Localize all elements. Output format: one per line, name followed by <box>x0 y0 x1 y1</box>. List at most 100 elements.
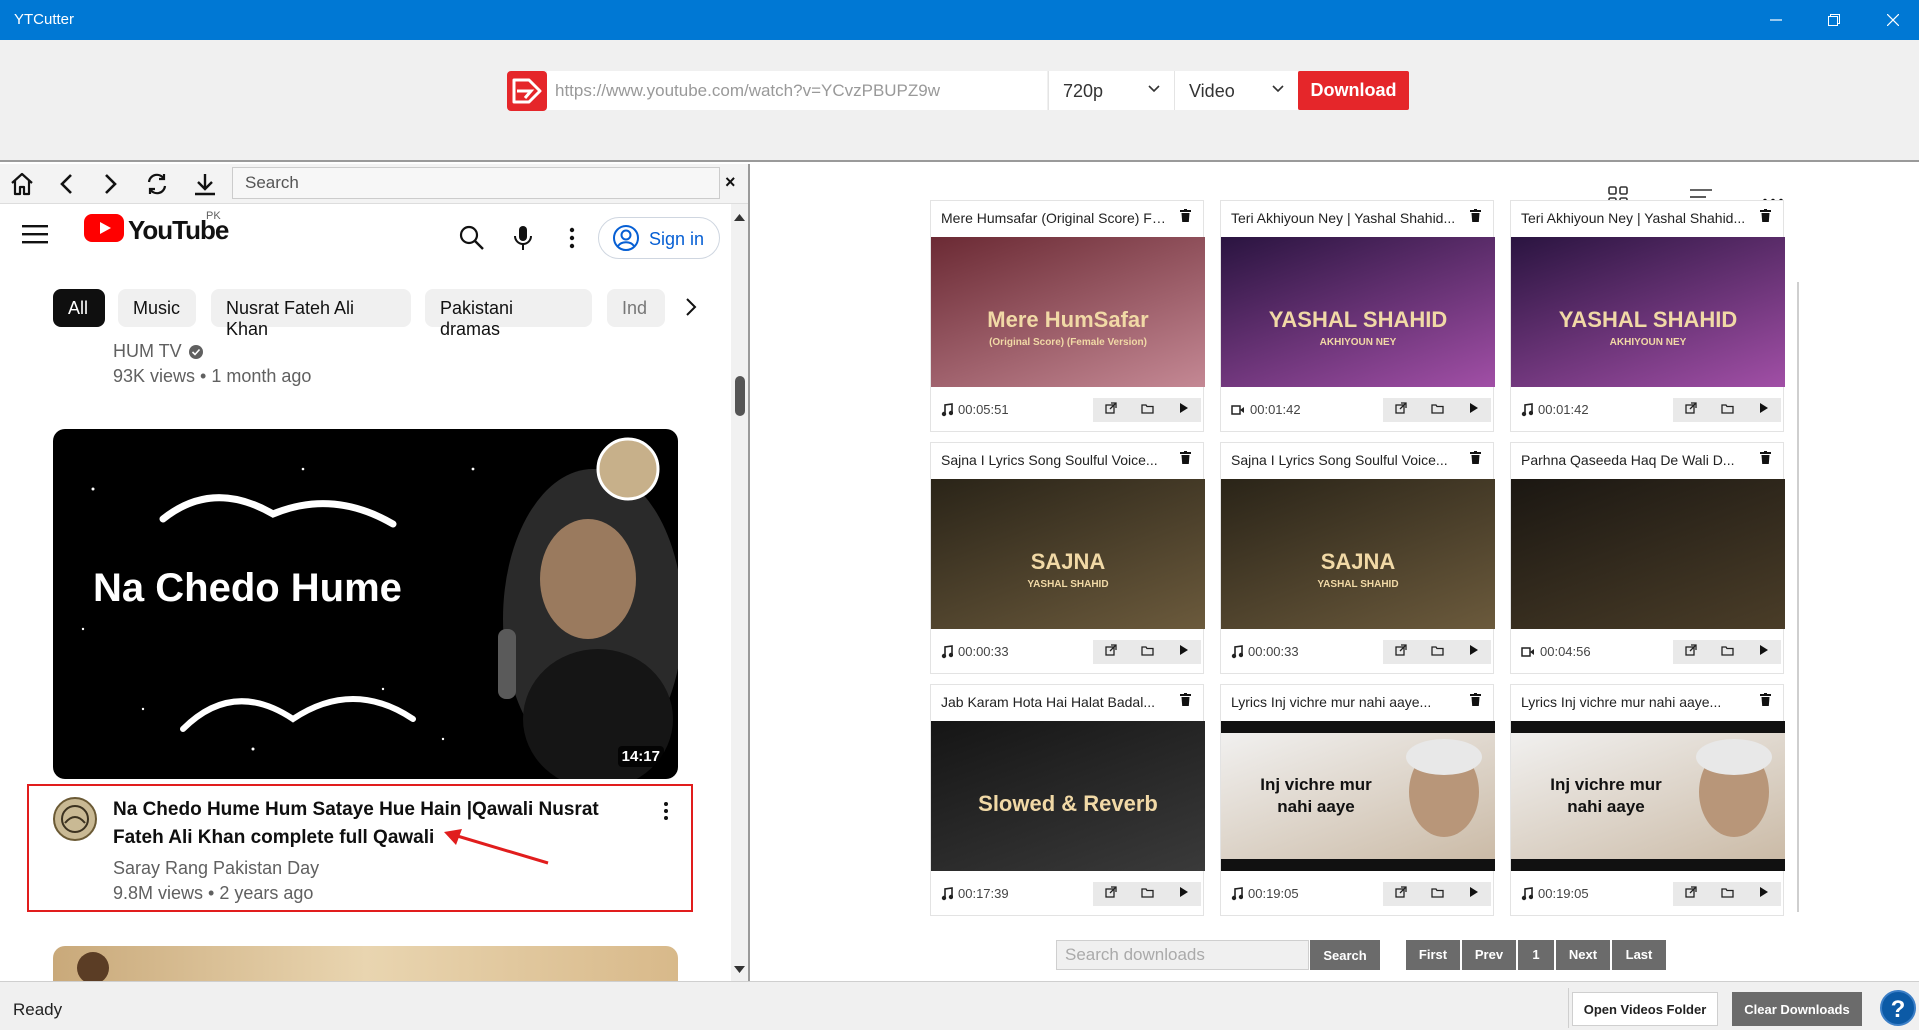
home-button[interactable] <box>7 169 37 199</box>
search-downloads-button[interactable]: Search <box>1310 940 1380 970</box>
open-videos-folder-button[interactable]: Open Videos Folder <box>1572 992 1718 1026</box>
chip-all[interactable]: All <box>53 289 105 327</box>
play-button[interactable] <box>1179 643 1189 661</box>
play-button[interactable] <box>1179 401 1189 419</box>
forward-button[interactable] <box>95 169 125 199</box>
chip-pakistani-dramas[interactable]: Pakistani dramas <box>425 289 592 339</box>
open-folder-button[interactable] <box>1431 885 1445 903</box>
format-select[interactable]: Video <box>1174 71 1298 110</box>
download-card[interactable]: Lyrics Inj vichre mur nahi aaye... Inj vi… <box>1220 684 1495 916</box>
back-button[interactable] <box>52 169 82 199</box>
download-card[interactable]: Teri Akhiyoun Ney | Yashal Shahid... YASH… <box>1510 200 1785 432</box>
page-number-button[interactable]: 1 <box>1518 940 1554 970</box>
search-downloads-input[interactable] <box>1056 940 1309 970</box>
play-button[interactable] <box>1759 643 1769 661</box>
page-last-button[interactable]: Last <box>1612 940 1666 970</box>
yt-search-button[interactable] <box>458 224 486 257</box>
refresh-button[interactable] <box>142 169 172 199</box>
open-external-button[interactable] <box>1685 401 1697 419</box>
delete-download-button[interactable] <box>1470 209 1481 227</box>
download-card[interactable]: Teri Akhiyoun Ney | Yashal Shahid... YASH… <box>1220 200 1495 432</box>
video-channel[interactable]: Saray Rang Pakistan Day <box>113 858 319 879</box>
next-video-thumbnail[interactable] <box>53 946 678 981</box>
downloads-scrollbar[interactable] <box>1797 282 1799 912</box>
download-thumbnail[interactable]: Inj vichre mur nahi aaye <box>1221 721 1495 871</box>
download-card[interactable]: Lyrics Inj vichre mur nahi aaye... Inj vi… <box>1510 684 1785 916</box>
delete-download-button[interactable] <box>1180 209 1191 227</box>
chip-partial[interactable]: Ind <box>607 289 665 327</box>
page-first-button[interactable]: First <box>1406 940 1460 970</box>
download-card[interactable]: Jab Karam Hota Hai Halat Badal... Slowed … <box>930 684 1205 916</box>
delete-download-button[interactable] <box>1760 451 1771 469</box>
voice-search-button[interactable] <box>512 224 534 257</box>
open-external-button[interactable] <box>1685 885 1697 903</box>
clear-downloads-button[interactable]: Clear Downloads <box>1732 992 1862 1026</box>
prev-video-channel[interactable]: HUM TV <box>113 341 204 362</box>
play-button[interactable] <box>1469 401 1479 419</box>
open-folder-button[interactable] <box>1721 885 1735 903</box>
open-external-button[interactable] <box>1395 401 1407 419</box>
open-folder-button[interactable] <box>1721 643 1735 661</box>
page-prev-button[interactable]: Prev <box>1462 940 1516 970</box>
play-button[interactable] <box>1179 885 1189 903</box>
channel-avatar[interactable] <box>53 797 97 841</box>
close-window-button[interactable] <box>1870 0 1916 40</box>
video-thumbnail[interactable]: Na Chedo Hume 14:17 <box>53 429 678 779</box>
delete-download-button[interactable] <box>1180 451 1191 469</box>
download-thumbnail[interactable]: YASHAL SHAHID AKHIYOUN NEY <box>1511 237 1785 387</box>
browser-search-input[interactable] <box>232 167 720 199</box>
download-thumbnail[interactable]: Slowed & Reverb <box>931 721 1205 871</box>
download-thumbnail[interactable]: SAJNA YASHAL SHAHID <box>1221 479 1495 629</box>
video-options-button[interactable] <box>660 800 672 827</box>
open-external-button[interactable] <box>1105 885 1117 903</box>
open-external-button[interactable] <box>1105 401 1117 419</box>
youtube-logo[interactable]: YouTube PK <box>84 210 229 247</box>
play-button[interactable] <box>1469 885 1479 903</box>
play-button[interactable] <box>1759 401 1769 419</box>
chip-nusrat[interactable]: Nusrat Fateh Ali Khan <box>211 289 411 339</box>
download-card[interactable]: Sajna I Lyrics Song Soulful Voice... SAJN… <box>1220 442 1495 674</box>
play-button[interactable] <box>1469 643 1479 661</box>
play-button[interactable] <box>1759 885 1769 903</box>
download-page-button[interactable] <box>190 169 220 199</box>
vertical-scrollbar[interactable] <box>731 204 748 981</box>
open-folder-button[interactable] <box>1431 401 1445 419</box>
open-external-button[interactable] <box>1685 643 1697 661</box>
download-thumbnail[interactable]: Inj vichre mur nahi aaye <box>1511 721 1785 871</box>
help-button[interactable]: ? <box>1880 990 1916 1026</box>
download-thumbnail[interactable]: Mere HumSafar (Original Score) (Female Ve… <box>931 237 1205 387</box>
delete-download-button[interactable] <box>1470 693 1481 711</box>
download-thumbnail[interactable]: YASHAL SHAHID AKHIYOUN NEY <box>1221 237 1495 387</box>
open-folder-button[interactable] <box>1721 401 1735 419</box>
open-external-button[interactable] <box>1105 643 1117 661</box>
scroll-down-icon[interactable] <box>731 963 748 977</box>
delete-download-button[interactable] <box>1470 451 1481 469</box>
download-button[interactable]: Download <box>1298 71 1409 110</box>
chip-music[interactable]: Music <box>118 289 196 327</box>
sign-in-button[interactable]: Sign in <box>598 217 720 259</box>
open-folder-button[interactable] <box>1141 885 1155 903</box>
download-thumbnail[interactable]: SAJNA YASHAL SHAHID <box>931 479 1205 629</box>
download-card[interactable]: Mere Humsafar (Original Score) Ful... Mer… <box>930 200 1205 432</box>
minimize-button[interactable] <box>1753 0 1799 40</box>
scroll-up-icon[interactable] <box>731 210 748 224</box>
download-card[interactable]: Parhna Qaseeda Haq De Wali D... 00:04:56 <box>1510 442 1785 674</box>
chips-next-button[interactable] <box>684 296 698 323</box>
open-external-button[interactable] <box>1395 643 1407 661</box>
delete-download-button[interactable] <box>1760 693 1771 711</box>
download-card[interactable]: Sajna I Lyrics Song Soulful Voice... SAJN… <box>930 442 1205 674</box>
open-external-button[interactable] <box>1395 885 1407 903</box>
scrollbar-thumb[interactable] <box>735 376 745 416</box>
close-search-button[interactable]: × <box>725 172 736 193</box>
page-next-button[interactable]: Next <box>1556 940 1610 970</box>
open-folder-button[interactable] <box>1431 643 1445 661</box>
open-folder-button[interactable] <box>1141 643 1155 661</box>
open-folder-button[interactable] <box>1141 401 1155 419</box>
download-thumbnail[interactable] <box>1511 479 1785 629</box>
restore-button[interactable] <box>1811 0 1857 40</box>
menu-button[interactable] <box>22 224 48 249</box>
url-input[interactable] <box>547 71 1047 110</box>
delete-download-button[interactable] <box>1760 209 1771 227</box>
quality-select[interactable]: 720p <box>1048 71 1174 110</box>
more-options-button[interactable] <box>566 226 578 255</box>
